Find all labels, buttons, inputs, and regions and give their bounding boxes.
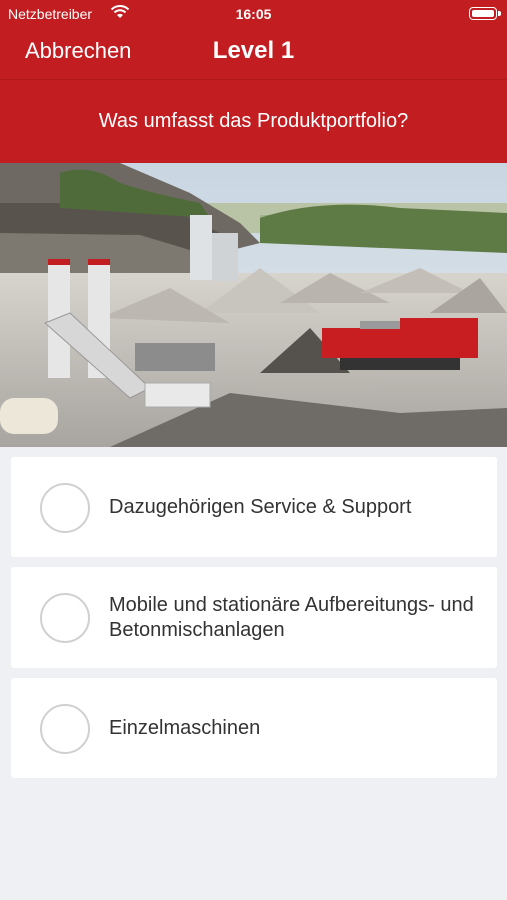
answer-option[interactable]: Einzelmaschinen [11,678,497,778]
status-bar: Netzbetreiber 16:05 [0,0,507,28]
answer-option[interactable]: Dazugehörigen Service & Support [11,457,497,557]
answer-label: Dazugehörigen Service & Support [109,496,412,518]
radio-button[interactable] [40,483,90,533]
radio-button[interactable] [40,704,90,754]
quarry-image [0,163,507,447]
nav-title: Level 1 [212,37,295,64]
answer-label: Mobile und stationäre Aufbereitungs- und… [109,594,474,641]
answer-label: Einzelmaschinen [109,717,261,739]
answer-option[interactable]: Mobile und stationäre Aufbereitungs- und… [11,567,497,668]
clock: 16:05 [235,6,272,22]
answer-list: Dazugehörigen Service & Support Mobile u… [11,457,497,788]
radio-button[interactable] [40,593,90,643]
question-text: Was umfasst das Produktportfolio? [98,110,409,132]
nav-bar: Abbrechen Level 1 [0,28,507,78]
header-divider [0,79,507,80]
battery-icon [469,7,501,20]
header: Netzbetreiber 16:05 Abbrechen Level 1 Wa… [0,0,507,163]
